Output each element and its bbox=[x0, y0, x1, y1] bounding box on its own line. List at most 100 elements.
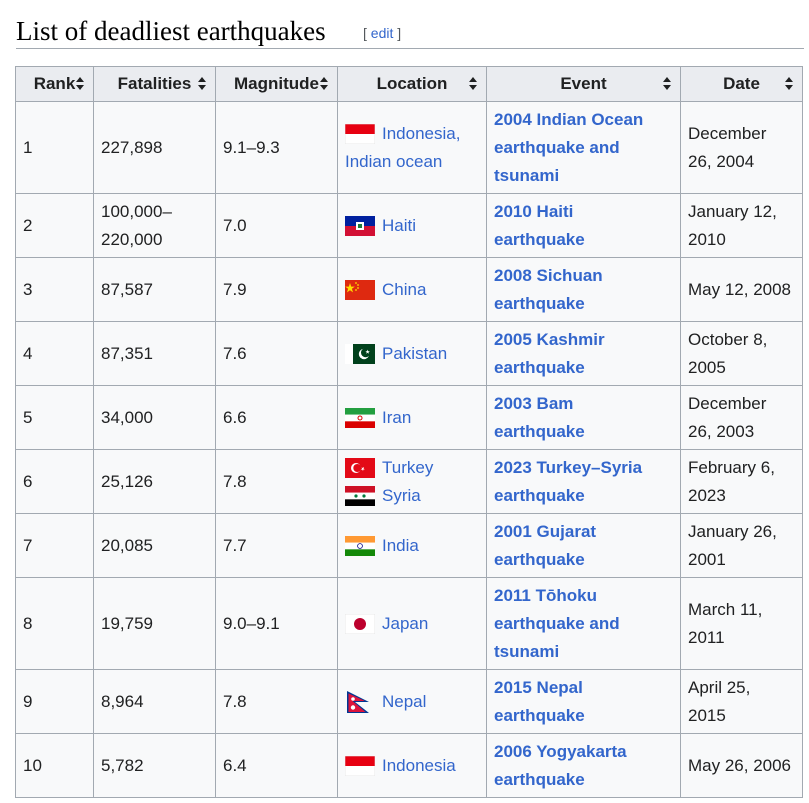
event-link[interactable]: earthquake bbox=[494, 766, 673, 794]
fatalities-cell: 34,000 bbox=[93, 385, 216, 450]
event-link[interactable]: 2006 Yogyakarta bbox=[494, 738, 673, 766]
date-cell: February 6, 2023 bbox=[680, 449, 803, 514]
column-header-label: Location bbox=[376, 74, 448, 93]
column-header-label: Date bbox=[723, 74, 760, 93]
fatalities-value: 87,351 bbox=[101, 343, 153, 363]
date-cell: January 12, 2010 bbox=[680, 193, 803, 258]
magnitude-cell: 6.6 bbox=[215, 385, 338, 450]
location-link[interactable]: Indonesia, bbox=[382, 120, 460, 148]
event-link[interactable]: earthquake bbox=[494, 546, 673, 574]
rank-value: 9 bbox=[23, 691, 33, 711]
location-cell: China bbox=[337, 257, 487, 322]
magnitude-value: 7.6 bbox=[223, 343, 247, 363]
location-entry: Iran bbox=[345, 404, 479, 432]
column-header-rank[interactable]: Rank bbox=[15, 66, 94, 102]
location-link[interactable]: Japan bbox=[382, 610, 428, 638]
japan-flag-icon bbox=[345, 613, 375, 634]
rank-cell: 4 bbox=[15, 321, 94, 386]
edit-link[interactable]: edit bbox=[371, 25, 394, 41]
event-cell: 2001 Gujarat earthquake bbox=[486, 513, 681, 578]
location-link[interactable]: Iran bbox=[382, 404, 411, 432]
fatalities-cell: 19,759 bbox=[93, 577, 216, 670]
table-row: 2 100,000– 220,000 7.0 Haiti 2010 Haiti earthq… bbox=[15, 193, 803, 258]
magnitude-value: 7.9 bbox=[223, 279, 247, 299]
location-cell: Indonesia, Indian ocean bbox=[337, 101, 487, 194]
rank-cell: 9 bbox=[15, 669, 94, 734]
location-link[interactable]: China bbox=[382, 276, 426, 304]
fatalities-cell: 100,000– 220,000 bbox=[93, 193, 216, 258]
event-link[interactable]: 2015 Nepal bbox=[494, 674, 673, 702]
location-link[interactable]: Nepal bbox=[382, 688, 426, 716]
sort-arrows-icon[interactable] bbox=[469, 77, 478, 91]
event-link[interactable]: 2005 Kashmir bbox=[494, 326, 673, 354]
location-entry: Pakistan bbox=[345, 340, 479, 368]
table-row: 6 25,126 7.8 Turkey Syria 2023 Turkey–Syria ea… bbox=[15, 449, 803, 514]
rank-value: 8 bbox=[23, 613, 33, 633]
location-link[interactable]: Turkey bbox=[382, 454, 433, 482]
event-link[interactable]: tsunami bbox=[494, 162, 673, 190]
magnitude-value: 9.1–9.3 bbox=[223, 137, 280, 157]
magnitude-value: 7.8 bbox=[223, 691, 247, 711]
sort-arrows-icon[interactable] bbox=[663, 77, 672, 91]
rank-value: 3 bbox=[23, 279, 33, 299]
china-flag-icon bbox=[345, 279, 375, 300]
location-link[interactable]: Indian ocean bbox=[345, 148, 479, 176]
event-link[interactable]: earthquake bbox=[494, 482, 673, 510]
column-header-label: Fatalities bbox=[117, 74, 192, 93]
column-header-fatalities[interactable]: Fatalities bbox=[93, 66, 216, 102]
column-header-event[interactable]: Event bbox=[486, 66, 681, 102]
location-link[interactable]: India bbox=[382, 532, 419, 560]
fatalities-value: 5,782 bbox=[101, 755, 144, 775]
table-row: 7 20,085 7.7 India 2001 Gujarat earthquake Jan… bbox=[15, 513, 803, 578]
fatalities-value: 100,000– bbox=[101, 201, 172, 221]
section-heading-row: List of deadliest earthquakes [ edit ] bbox=[16, 12, 804, 49]
date-value: May 12, 2008 bbox=[688, 279, 792, 299]
rank-value: 1 bbox=[23, 137, 33, 157]
fatalities-cell: 87,587 bbox=[93, 257, 216, 322]
event-link[interactable]: earthquake and bbox=[494, 134, 673, 162]
location-link[interactable]: Indonesia bbox=[382, 752, 456, 780]
column-header-location[interactable]: Location bbox=[337, 66, 487, 102]
event-link[interactable]: 2023 Turkey–Syria bbox=[494, 454, 673, 482]
column-header-date[interactable]: Date bbox=[680, 66, 803, 102]
table-row: 9 8,964 7.8 Nepal 2015 Nepal earthquake April … bbox=[15, 669, 803, 734]
location-link[interactable]: Pakistan bbox=[382, 340, 447, 368]
event-link[interactable]: earthquake bbox=[494, 418, 673, 446]
event-link[interactable]: earthquake bbox=[494, 290, 673, 318]
location-cell: Nepal bbox=[337, 669, 487, 734]
event-link[interactable]: 2008 Sichuan bbox=[494, 262, 673, 290]
event-link[interactable]: earthquake and bbox=[494, 610, 673, 638]
column-header-magnitude[interactable]: Magnitude bbox=[215, 66, 338, 102]
event-link[interactable]: earthquake bbox=[494, 702, 673, 730]
iran-flag-icon bbox=[345, 407, 375, 428]
syria-flag-icon bbox=[345, 485, 375, 506]
date-value: January 26, bbox=[688, 521, 777, 541]
event-link[interactable]: 2003 Bam bbox=[494, 390, 673, 418]
sort-arrows-icon[interactable] bbox=[785, 77, 794, 91]
sort-arrows-icon[interactable] bbox=[76, 77, 85, 91]
date-cell: December 26, 2004 bbox=[680, 101, 803, 194]
rank-value: 10 bbox=[23, 755, 42, 775]
magnitude-cell: 7.9 bbox=[215, 257, 338, 322]
rank-value: 7 bbox=[23, 535, 33, 555]
date-value: April 25, bbox=[688, 677, 751, 697]
sort-arrows-icon[interactable] bbox=[198, 77, 207, 91]
event-cell: 2003 Bam earthquake bbox=[486, 385, 681, 450]
location-link[interactable]: Haiti bbox=[382, 212, 416, 240]
table-row: 4 87,351 7.6 Pakistan 2005 Kashmir earthquake… bbox=[15, 321, 803, 386]
event-link[interactable]: 2001 Gujarat bbox=[494, 518, 673, 546]
event-link[interactable]: tsunami bbox=[494, 638, 673, 666]
column-header-label: Rank bbox=[33, 74, 76, 93]
date-value: December bbox=[688, 123, 767, 143]
event-link[interactable]: earthquake bbox=[494, 354, 673, 382]
event-link[interactable]: 2004 Indian Ocean bbox=[494, 106, 673, 134]
date-value: 2015 bbox=[688, 705, 726, 725]
location-cell: Iran bbox=[337, 385, 487, 450]
table-row: 8 19,759 9.0–9.1 Japan 2011 Tōhoku earthquake… bbox=[15, 577, 803, 670]
event-link[interactable]: earthquake bbox=[494, 226, 673, 254]
sort-arrows-icon[interactable] bbox=[320, 77, 329, 91]
event-link[interactable]: 2010 Haiti bbox=[494, 198, 673, 226]
rank-value: 4 bbox=[23, 343, 33, 363]
location-link[interactable]: Syria bbox=[382, 482, 421, 510]
event-link[interactable]: 2011 Tōhoku bbox=[494, 582, 673, 610]
